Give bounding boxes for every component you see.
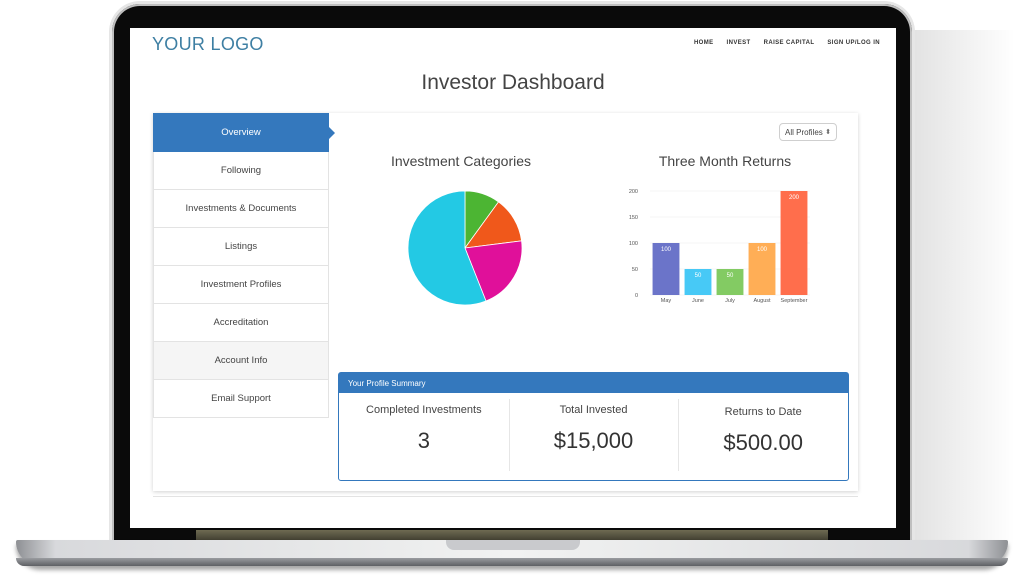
sidebar-item-email-support[interactable]: Email Support <box>153 380 329 418</box>
sidebar-item-investments-documents[interactable]: Investments & Documents <box>153 190 329 228</box>
stat-label: Completed Investments <box>366 404 482 416</box>
nav-invest[interactable]: INVEST <box>727 40 751 46</box>
bar-data-label: 100 <box>757 247 768 253</box>
sidebar-item-account-info[interactable]: Account Info <box>153 342 329 380</box>
y-tick-label: 150 <box>629 215 638 221</box>
panel-footer-divider <box>153 496 858 501</box>
x-tick-label: August <box>753 298 771 304</box>
nav-sign-up-log-in[interactable]: SIGN UP/LOG IN <box>827 40 880 46</box>
laptop-screen: YOUR LOGO HOME INVEST RAISE CAPITAL SIGN… <box>130 28 896 528</box>
stat-label: Total Invested <box>559 404 628 416</box>
y-tick-label: 200 <box>629 189 638 195</box>
stat-completed-investments: Completed Investments 3 <box>339 393 509 479</box>
stat-value: $15,000 <box>553 428 634 453</box>
stat-value: 3 <box>417 428 430 453</box>
stat-label: Returns to Date <box>724 406 802 418</box>
x-tick-label: June <box>692 298 704 304</box>
stat-returns-to-date: Returns to Date $500.00 <box>678 393 848 479</box>
select-arrows-icon: ⬍ <box>825 129 831 136</box>
bar-data-label: 50 <box>695 273 702 279</box>
sidebar-item-following[interactable]: Following <box>153 152 329 190</box>
x-tick-label: September <box>781 298 808 304</box>
profile-summary-card: Your Profile Summary Completed Investmen… <box>338 372 849 481</box>
bar-september <box>780 191 808 295</box>
sidebar-item-listings[interactable]: Listings <box>153 228 329 266</box>
sidebar: Overview Following Investments & Documen… <box>153 113 335 418</box>
device-shadow <box>905 30 1015 550</box>
bar-data-label: 50 <box>727 273 734 279</box>
nav-raise-capital[interactable]: RAISE CAPITAL <box>764 40 815 46</box>
three-month-returns-bar-chart: 0 50 100 150 200 100 May 50 June 50 July 100 August 2… <box>629 189 810 304</box>
y-tick-label: 50 <box>632 267 638 273</box>
profile-summary-heading: Your Profile Summary <box>339 373 848 393</box>
y-tick-label: 0 <box>635 293 638 299</box>
x-tick-label: July <box>725 298 735 304</box>
stat-value: $500.00 <box>723 430 803 455</box>
nav-home[interactable]: HOME <box>694 40 714 46</box>
profile-filter-value: All Profiles <box>785 127 823 137</box>
pie-chart-title: Investment Categories <box>390 153 532 169</box>
x-tick-label: May <box>661 298 672 304</box>
logo[interactable]: YOUR LOGO <box>152 34 264 55</box>
page-title: Investor Dashboard <box>421 71 605 94</box>
laptop-notch <box>446 540 580 550</box>
y-tick-label: 100 <box>629 241 638 247</box>
sidebar-item-investment-profiles[interactable]: Investment Profiles <box>153 266 329 304</box>
bar-data-label: 200 <box>789 195 800 201</box>
investment-categories-pie-chart <box>407 190 523 306</box>
profile-filter-select[interactable]: All Profiles ⬍ <box>779 123 837 141</box>
sidebar-item-overview[interactable]: Overview <box>153 113 335 152</box>
bar-chart-title: Three Month Returns <box>658 153 792 169</box>
sidebar-item-accreditation[interactable]: Accreditation <box>153 304 329 342</box>
stat-total-invested: Total Invested $15,000 <box>508 393 679 479</box>
top-nav: HOME INVEST RAISE CAPITAL SIGN UP/LOG IN <box>694 40 880 46</box>
bar-data-label: 100 <box>661 247 672 253</box>
